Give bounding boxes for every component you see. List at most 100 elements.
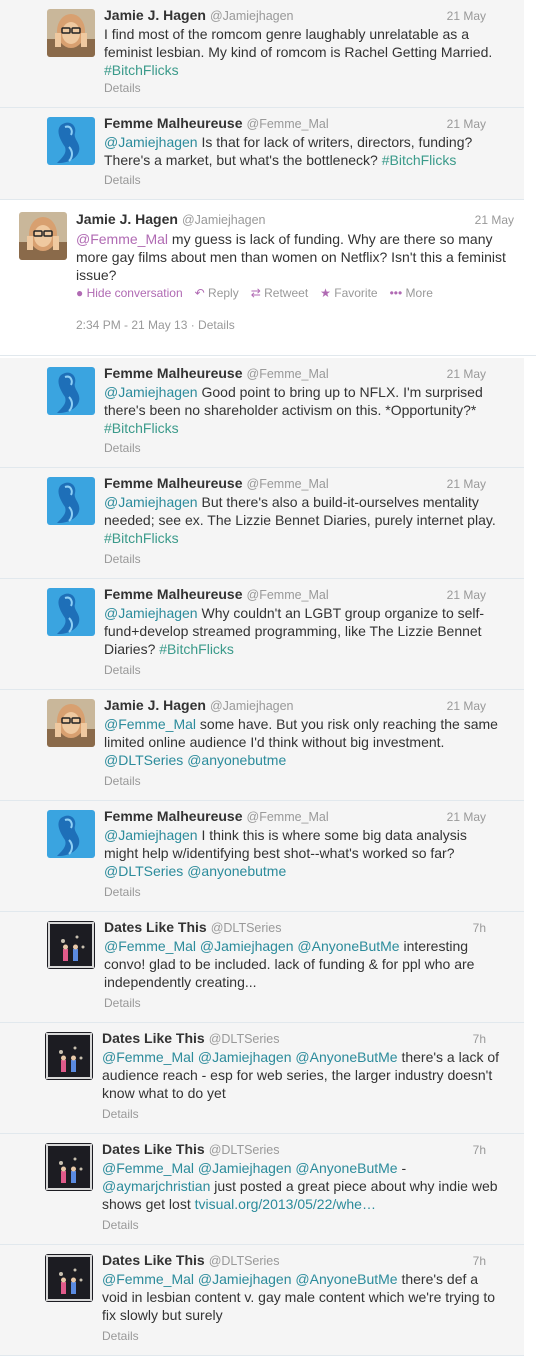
mention-link[interactable]: @Jamiejhagen xyxy=(200,938,294,954)
author-handle[interactable]: @DLTSeries xyxy=(211,921,282,935)
author-name[interactable]: Dates Like This xyxy=(104,919,207,935)
tweet-timestamp[interactable]: 7h xyxy=(473,1254,486,1268)
author-handle[interactable]: @Jamiejhagen xyxy=(210,9,294,23)
avatar[interactable] xyxy=(45,1254,93,1302)
details-link[interactable]: Details xyxy=(104,81,141,95)
hashtag-link[interactable]: #BitchFlicks xyxy=(104,420,179,436)
details-link[interactable]: Details xyxy=(102,1329,139,1343)
details-link[interactable]: Details xyxy=(104,552,141,566)
mention-link[interactable]: @AnyoneButMe xyxy=(297,938,399,954)
mention-link[interactable]: @Femme_Mal xyxy=(76,231,168,247)
mention-link[interactable]: @Jamiejhagen xyxy=(198,1271,292,1287)
mention-link[interactable]: @DLTSeries xyxy=(104,863,183,879)
author-handle[interactable]: @Femme_Mal xyxy=(247,810,329,824)
details-link[interactable]: Details xyxy=(104,173,141,187)
tweet[interactable]: Femme Malheureuse @Femme_Mal 21 May @Jamiej… xyxy=(0,579,524,690)
tweet-timestamp[interactable]: 21 May xyxy=(447,477,486,491)
author-handle[interactable]: @DLTSeries xyxy=(209,1032,280,1046)
tweet[interactable]: Femme Malheureuse @Femme_Mal 21 May @Jamiej… xyxy=(0,108,524,200)
tweet-timestamp[interactable]: 21 May xyxy=(475,213,514,227)
avatar[interactable] xyxy=(47,367,95,415)
author-name[interactable]: Dates Like This xyxy=(102,1030,205,1046)
author-name[interactable]: Femme Malheureuse xyxy=(104,475,243,491)
details-link[interactable]: Details xyxy=(104,885,141,899)
mention-link[interactable]: @anyonebutme xyxy=(187,863,286,879)
avatar[interactable] xyxy=(47,921,95,969)
reply-button[interactable]: ↶ Reply xyxy=(195,286,239,300)
mention-link[interactable]: @AnyoneButMe xyxy=(295,1271,397,1287)
favorite-button[interactable]: ★ Favorite xyxy=(320,286,377,300)
mention-link[interactable]: @Femme_Mal xyxy=(102,1049,194,1065)
mention-link[interactable]: @Femme_Mal xyxy=(102,1271,194,1287)
mention-link[interactable]: @Jamiejhagen xyxy=(104,827,198,843)
author-handle[interactable]: @Femme_Mal xyxy=(247,477,329,491)
author-name[interactable]: Jamie J. Hagen xyxy=(104,7,206,23)
tweet-timestamp[interactable]: 21 May xyxy=(447,9,486,23)
avatar[interactable] xyxy=(19,212,67,260)
details-link[interactable]: Details xyxy=(102,1218,139,1232)
author-handle[interactable]: @DLTSeries xyxy=(209,1143,280,1157)
hashtag-link[interactable]: #BitchFlicks xyxy=(104,62,179,78)
tweet[interactable]: Dates Like This @DLTSeries 7h @Femme_Mal @J… xyxy=(0,912,524,1023)
author-handle[interactable]: @Jamiejhagen xyxy=(182,213,266,227)
author-handle[interactable]: @Jamiejhagen xyxy=(210,699,294,713)
mention-link[interactable]: @Jamiejhagen xyxy=(104,134,198,150)
tweet[interactable]: Dates Like This @DLTSeries 7h @Femme_Mal @J… xyxy=(0,1023,524,1134)
tweet-timestamp[interactable]: 7h xyxy=(473,1143,486,1157)
mention-link[interactable]: @Jamiejhagen xyxy=(198,1160,292,1176)
mention-link[interactable]: @Jamiejhagen xyxy=(104,384,198,400)
tweet-full-timestamp[interactable]: 2:34 PM - 21 May 13 · Details xyxy=(76,318,235,332)
tweet-timestamp[interactable]: 21 May xyxy=(447,117,486,131)
mention-link[interactable]: @Jamiejhagen xyxy=(104,494,198,510)
author-handle[interactable]: @Femme_Mal xyxy=(247,117,329,131)
mention-link[interactable]: @DLTSeries xyxy=(104,752,183,768)
tweet-timestamp[interactable]: 21 May xyxy=(447,810,486,824)
tweet-timestamp[interactable]: 21 May xyxy=(447,588,486,602)
avatar[interactable] xyxy=(47,699,95,747)
details-link[interactable]: Details xyxy=(104,663,141,677)
author-handle[interactable]: @Femme_Mal xyxy=(247,588,329,602)
tweet[interactable]: Dates Like This @DLTSeries 7h @Femme_Mal @J… xyxy=(0,1245,524,1356)
avatar[interactable] xyxy=(47,117,95,165)
author-name[interactable]: Dates Like This xyxy=(102,1141,205,1157)
mention-link[interactable]: @AnyoneButMe xyxy=(295,1160,397,1176)
tweet[interactable]: Femme Malheureuse @Femme_Mal 21 May @Jamiej… xyxy=(0,358,524,468)
tweet[interactable]: Jamie J. Hagen @Jamiejhagen 21 May @Femme_M… xyxy=(0,690,524,801)
details-link[interactable]: Details xyxy=(104,774,141,788)
mention-link[interactable]: tvisual.org/2013/05/22/whe… xyxy=(195,1196,376,1212)
author-handle[interactable]: @Femme_Mal xyxy=(247,367,329,381)
mention-link[interactable]: @anyonebutme xyxy=(187,752,286,768)
avatar[interactable] xyxy=(47,588,95,636)
hashtag-link[interactable]: #BitchFlicks xyxy=(159,641,234,657)
mention-link[interactable]: @aymarjchristian xyxy=(102,1178,210,1194)
avatar[interactable] xyxy=(45,1032,93,1080)
author-name[interactable]: Femme Malheureuse xyxy=(104,115,243,131)
tweet-timestamp[interactable]: 21 May xyxy=(447,367,486,381)
mention-link[interactable]: @Jamiejhagen xyxy=(104,605,198,621)
tweet[interactable]: Jamie J. Hagen @Jamiejhagen 21 May @Femme_M… xyxy=(0,200,536,356)
hashtag-link[interactable]: #BitchFlicks xyxy=(382,152,457,168)
author-name[interactable]: Femme Malheureuse xyxy=(104,365,243,381)
mention-link[interactable]: @Femme_Mal xyxy=(104,716,196,732)
more-button[interactable]: ••• More xyxy=(390,286,433,300)
author-name[interactable]: Jamie J. Hagen xyxy=(76,211,178,227)
author-name[interactable]: Femme Malheureuse xyxy=(104,808,243,824)
details-link[interactable]: Details xyxy=(104,441,141,455)
tweet[interactable]: Femme Malheureuse @Femme_Mal 21 May @Jamiej… xyxy=(0,468,524,579)
tweet-timestamp[interactable]: 21 May xyxy=(447,699,486,713)
avatar[interactable] xyxy=(47,9,95,57)
tweet-timestamp[interactable]: 7h xyxy=(473,921,486,935)
author-name[interactable]: Jamie J. Hagen xyxy=(104,697,206,713)
author-handle[interactable]: @DLTSeries xyxy=(209,1254,280,1268)
tweet[interactable]: Jamie J. Hagen @Jamiejhagen 21 May I find m… xyxy=(0,0,524,108)
hashtag-link[interactable]: #BitchFlicks xyxy=(104,530,179,546)
mention-link[interactable]: @AnyoneButMe xyxy=(295,1049,397,1065)
details-link[interactable]: Details xyxy=(102,1107,139,1121)
author-name[interactable]: Femme Malheureuse xyxy=(104,586,243,602)
tweet[interactable]: Femme Malheureuse @Femme_Mal 21 May @Jamiej… xyxy=(0,801,524,912)
mention-link[interactable]: @Femme_Mal xyxy=(102,1160,194,1176)
author-name[interactable]: Dates Like This xyxy=(102,1252,205,1268)
tweet-timestamp[interactable]: 7h xyxy=(473,1032,486,1046)
retweet-button[interactable]: ⇄ Retweet xyxy=(251,286,308,300)
avatar[interactable] xyxy=(47,477,95,525)
